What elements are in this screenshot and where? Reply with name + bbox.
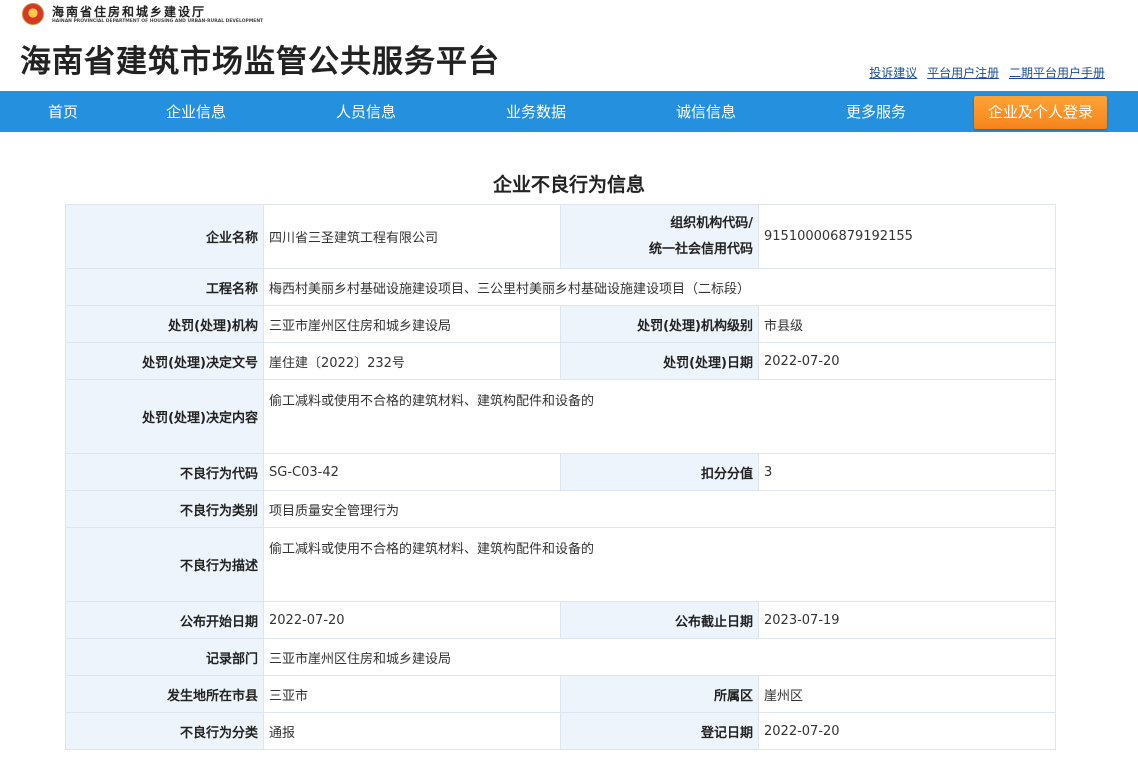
table-row: 不良行为描述 偷工减料或使用不合格的建筑材料、建筑构配件和设备的 (65, 527, 1056, 602)
department-name-english: HAINAN PROVINCIAL DEPARTMENT OF HOUSING … (52, 19, 264, 24)
project-name-value: 梅西村美丽乡村基础设施建设项目、三公里村美丽乡村基础设施建设项目（二标段） (263, 268, 1056, 306)
behavior-type-label: 不良行为类别 (65, 490, 264, 528)
behavior-code-value: SG-C03-42 (263, 453, 561, 491)
record-dept-value: 三亚市崖州区住房和城乡建设局 (263, 638, 1056, 676)
site-header: 海南省住房和城乡建设厅 HAINAN PROVINCIAL DEPARTMENT… (0, 0, 1138, 91)
register-date-value: 2022-07-20 (758, 712, 1056, 750)
publish-start-value: 2022-07-20 (263, 601, 561, 639)
table-row: 不良行为代码 SG-C03-42 扣分分值 3 (65, 453, 1056, 491)
nav-personnel-info[interactable]: 人员信息 (336, 91, 396, 132)
nav-credit-info[interactable]: 诚信信息 (676, 91, 736, 132)
register-link[interactable]: 平台用户注册 (927, 66, 999, 80)
table-row: 工程名称 梅西村美丽乡村基础设施建设项目、三公里村美丽乡村基础设施建设项目（二标… (65, 268, 1056, 306)
top-links: 投诉建议 平台用户注册 二期平台用户手册 (863, 64, 1105, 81)
national-emblem-icon (22, 3, 44, 25)
table-row: 记录部门 三亚市崖州区住房和城乡建设局 (65, 638, 1056, 676)
table-row: 处罚(处理)决定内容 偷工减料或使用不合格的建筑材料、建筑构配件和设备的 (65, 379, 1056, 454)
authority-label: 处罚(处理)机构 (65, 305, 264, 343)
authority-level-label: 处罚(处理)机构级别 (560, 305, 759, 343)
behavior-desc-label: 不良行为描述 (65, 527, 264, 602)
decision-no-value: 崖住建〔2022〕232号 (263, 342, 561, 380)
enterprise-name-label: 企业名称 (65, 204, 264, 269)
table-row: 企业名称 四川省三圣建筑工程有限公司 组织机构代码/ 统一社会信用代码 9151… (65, 204, 1056, 269)
department-name: 海南省住房和城乡建设厅 (52, 5, 207, 19)
org-code-label-line2: 统一社会信用代码 (648, 241, 753, 257)
register-date-label: 登记日期 (560, 712, 759, 750)
org-code-label: 组织机构代码/ 统一社会信用代码 (560, 204, 759, 269)
project-name-label: 工程名称 (65, 268, 264, 306)
decision-date-label: 处罚(处理)日期 (560, 342, 759, 380)
city-value: 三亚市 (263, 675, 561, 713)
behavior-type-value: 项目质量安全管理行为 (263, 490, 1056, 528)
behavior-code-label: 不良行为代码 (65, 453, 264, 491)
manual-link[interactable]: 二期平台用户手册 (1009, 66, 1105, 80)
decision-content-label: 处罚(处理)决定内容 (65, 379, 264, 454)
record-dept-label: 记录部门 (65, 638, 264, 676)
district-label: 所属区 (560, 675, 759, 713)
nav-business-data[interactable]: 业务数据 (506, 91, 566, 132)
publish-end-value: 2023-07-19 (758, 601, 1056, 639)
authority-level-value: 市县级 (758, 305, 1056, 343)
decision-date-value: 2022-07-20 (758, 342, 1056, 380)
decision-content-value: 偷工减料或使用不合格的建筑材料、建筑构配件和设备的 (263, 379, 1056, 454)
category-value: 通报 (263, 712, 561, 750)
nav-enterprise-info[interactable]: 企业信息 (166, 91, 226, 132)
city-label: 发生地所在市县 (65, 675, 264, 713)
main-nav: 首页 企业信息 人员信息 业务数据 诚信信息 更多服务 企业及个人登录 (0, 91, 1138, 132)
complaint-link[interactable]: 投诉建议 (869, 66, 917, 80)
publish-start-label: 公布开始日期 (65, 601, 264, 639)
deduction-value: 3 (758, 453, 1056, 491)
enterprise-name-value: 四川省三圣建筑工程有限公司 (263, 204, 561, 269)
deduction-label: 扣分分值 (560, 453, 759, 491)
nav-home[interactable]: 首页 (48, 91, 78, 132)
page-title: 企业不良行为信息 (492, 174, 645, 196)
district-value: 崖州区 (758, 675, 1056, 713)
site-title: 海南省建筑市场监管公共服务平台 (20, 44, 500, 80)
decision-no-label: 处罚(处理)决定文号 (65, 342, 264, 380)
table-row: 不良行为分类 通报 登记日期 2022-07-20 (65, 712, 1056, 750)
table-row: 公布开始日期 2022-07-20 公布截止日期 2023-07-19 (65, 601, 1056, 639)
behavior-desc-value: 偷工减料或使用不合格的建筑材料、建筑构配件和设备的 (263, 527, 1056, 602)
login-button[interactable]: 企业及个人登录 (974, 96, 1107, 129)
publish-end-label: 公布截止日期 (560, 601, 759, 639)
table-row: 发生地所在市县 三亚市 所属区 崖州区 (65, 675, 1056, 713)
authority-value: 三亚市崖州区住房和城乡建设局 (263, 305, 561, 343)
bad-behavior-table: 企业名称 四川省三圣建筑工程有限公司 组织机构代码/ 统一社会信用代码 9151… (65, 204, 1056, 750)
table-row: 处罚(处理)机构 三亚市崖州区住房和城乡建设局 处罚(处理)机构级别 市县级 (65, 305, 1056, 343)
table-row: 处罚(处理)决定文号 崖住建〔2022〕232号 处罚(处理)日期 2022-0… (65, 342, 1056, 380)
nav-more-services[interactable]: 更多服务 (846, 91, 906, 132)
category-label: 不良行为分类 (65, 712, 264, 750)
org-code-value: 915100006879192155 (758, 204, 1056, 269)
table-row: 不良行为类别 项目质量安全管理行为 (65, 490, 1056, 528)
org-code-label-line1: 组织机构代码/ (670, 215, 753, 231)
